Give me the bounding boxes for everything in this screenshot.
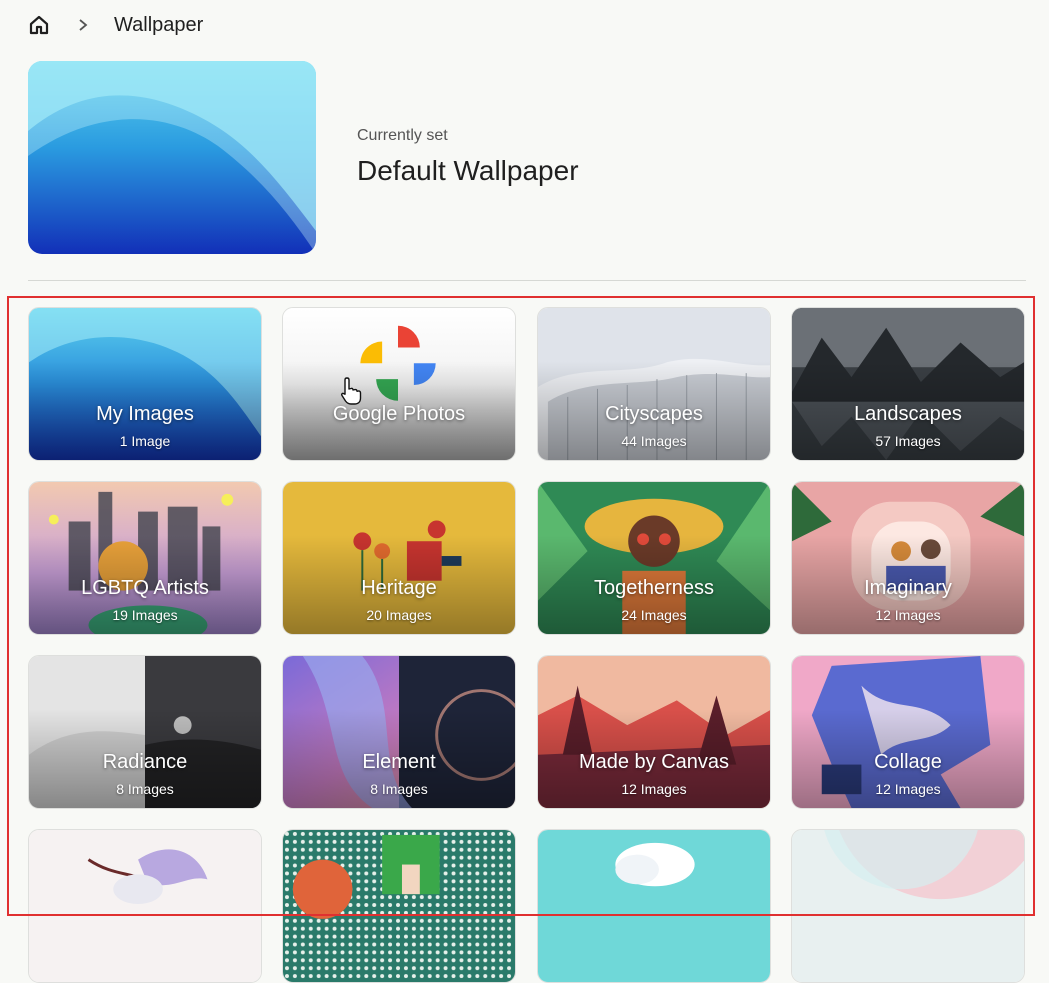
divider <box>28 280 1026 281</box>
collection-title: Imaginary <box>864 577 952 599</box>
collection-title: Collage <box>874 751 942 773</box>
collection-title: Made by Canvas <box>578 751 730 773</box>
hand-cursor-icon <box>339 376 363 406</box>
collection-count: 44 Images <box>621 433 687 449</box>
collection-cityscapes[interactable]: Cityscapes 44 Images <box>537 307 771 461</box>
collection-count: 57 Images <box>875 433 941 449</box>
current-wallpaper-preview[interactable] <box>28 61 316 254</box>
collection-element[interactable]: Element 8 Images <box>282 655 516 809</box>
collection-count: 1 Image <box>119 433 171 449</box>
collection-heritage[interactable]: Heritage 20 Images <box>282 481 516 635</box>
collection-tile[interactable] <box>791 829 1025 983</box>
collection-made-by-canvas[interactable]: Made by Canvas 12 Images <box>537 655 771 809</box>
collection-tile[interactable] <box>28 829 262 983</box>
collection-my-images[interactable]: My Images 1 Image <box>28 307 262 461</box>
collection-tile[interactable] <box>282 829 516 983</box>
collection-title: Radiance <box>102 751 188 773</box>
collection-radiance[interactable]: Radiance 8 Images <box>28 655 262 809</box>
collection-tile[interactable] <box>537 829 771 983</box>
collection-imaginary[interactable]: Imaginary 12 Images <box>791 481 1025 635</box>
collection-landscapes[interactable]: Landscapes 57 Images <box>791 307 1025 461</box>
collection-title: Google Photos <box>332 403 466 425</box>
breadcrumb: Wallpaper <box>28 12 203 38</box>
collection-count: 20 Images <box>366 607 432 623</box>
collection-count: 12 Images <box>875 607 941 623</box>
collection-title: Heritage <box>361 577 437 599</box>
current-wallpaper-label: Currently set <box>357 127 448 144</box>
collection-google-photos[interactable]: Google Photos <box>282 307 516 461</box>
current-wallpaper-name: Default Wallpaper <box>357 155 579 186</box>
collection-title: Cityscapes <box>605 403 703 425</box>
collection-count: 12 Images <box>621 781 687 797</box>
collection-title: Landscapes <box>854 403 962 425</box>
collection-title: LGBTQ Artists <box>81 577 209 599</box>
collection-count: 24 Images <box>621 607 687 623</box>
home-icon[interactable] <box>28 14 50 36</box>
collection-count: 8 Images <box>370 781 428 797</box>
page-title: Wallpaper <box>114 13 204 36</box>
collection-title: Togetherness <box>593 577 715 599</box>
collection-count: 12 Images <box>875 781 941 797</box>
collection-count: 19 Images <box>112 607 178 623</box>
collection-togetherness[interactable]: Togetherness 24 Images <box>537 481 771 635</box>
collection-title: My Images <box>96 403 194 425</box>
collection-collage[interactable]: Collage 12 Images <box>791 655 1025 809</box>
collection-count: 8 Images <box>116 781 174 797</box>
chevron-right-icon <box>76 18 90 32</box>
collection-lgbtq-artists[interactable]: LGBTQ Artists 19 Images <box>28 481 262 635</box>
collection-title: Element <box>362 751 436 773</box>
